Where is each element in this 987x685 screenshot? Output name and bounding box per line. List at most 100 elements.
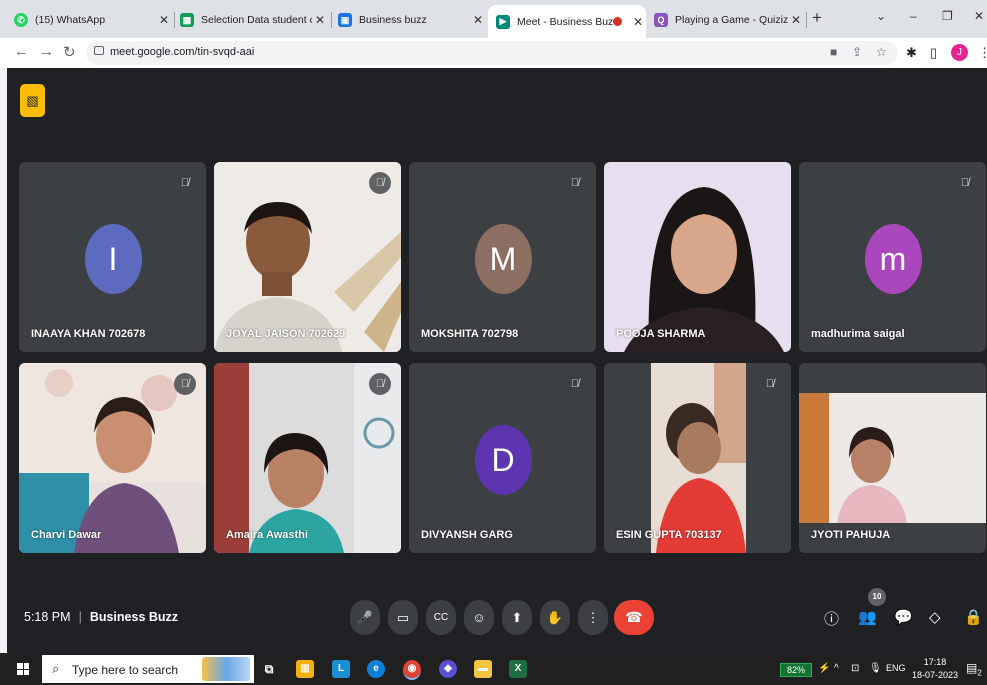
windows-taskbar: ⌕ Type here to search ⧉ ▥ L e ◉ ◆ ▬ X 82… (0, 653, 987, 685)
extensions-icon[interactable]: ✱ (906, 45, 917, 61)
whatsapp-icon: ✆ (14, 13, 28, 27)
participant-tile[interactable]: 🎙̸ I INAAYA KHAN 702678 (19, 162, 206, 352)
classroom-icon: ▣ (338, 13, 352, 27)
mic-off-icon: 🎙̸ (369, 373, 391, 395)
separator: | (78, 610, 82, 624)
close-tab-icon[interactable]: ✕ (470, 13, 486, 27)
chrome-icon[interactable]: ◉ (403, 660, 421, 680)
meet-icon: ▶ (496, 14, 510, 29)
language-indicator[interactable]: ENG (886, 663, 906, 673)
participant-tile[interactable]: 🎙̸ JOYAL JAISON 702629 (214, 162, 401, 352)
camera-in-use-icon[interactable]: ■ (830, 45, 837, 59)
camera-button[interactable]: ▭ (388, 600, 418, 635)
task-view-icon[interactable]: ⧉ (260, 660, 278, 678)
mic-off-icon: 🎙̸ (570, 177, 580, 189)
window-edge (0, 68, 7, 653)
meet-tray-icon[interactable]: ⊡ (851, 663, 859, 674)
tab-selection-data[interactable]: ▦ Selection Data student council ✕ (180, 6, 328, 34)
taskbar-search[interactable]: ⌕ Type here to search (42, 655, 254, 683)
host-lock-icon[interactable]: 🔒 (964, 608, 983, 626)
url-text: meet.google.com/tin-svqd-aai (110, 46, 255, 58)
back-button[interactable]: ← (14, 43, 29, 60)
tab-divider (174, 12, 175, 28)
participant-name: Charvi Dawar (31, 529, 102, 541)
participant-tile[interactable]: POOJA SHARMA (604, 162, 791, 352)
participant-tile[interactable]: 🎙̸ ESIN GUPTA 703137 (604, 363, 791, 553)
participant-name: madhurima saigal (811, 328, 905, 340)
copilot-icon[interactable]: ◆ (439, 660, 457, 678)
participant-avatar: D (474, 425, 532, 495)
mic-off-icon: 🎙̸ (960, 177, 970, 189)
taskbar-clock[interactable]: 17:18 18-07-2023 (912, 656, 958, 682)
participant-tile[interactable]: 🎙̸ D DIVYANSH GARG (409, 363, 596, 553)
restore-button[interactable]: ❐ (942, 9, 953, 23)
windows-start-icon[interactable] (17, 663, 29, 675)
share-icon[interactable]: ⇪ (852, 45, 862, 59)
more-options-button[interactable]: ⋮ (578, 600, 608, 635)
search-icon: ⌕ (52, 661, 60, 676)
tab-divider (806, 12, 807, 28)
present-screen-button[interactable]: ⬆ (502, 600, 532, 635)
profile-avatar[interactable]: J (951, 44, 968, 61)
tab-title: Playing a Game - Quizizz (675, 14, 788, 26)
participant-avatar: m (864, 224, 922, 294)
notification-icon[interactable]: ▤2 (966, 661, 982, 677)
close-tab-icon[interactable]: ✕ (630, 15, 646, 29)
tab-meet[interactable]: ▶ Meet - Business Buzz ✕ (488, 5, 646, 38)
participant-tile[interactable]: 🎙̸ m madhurima saigal (799, 162, 986, 352)
forward-button[interactable]: → (39, 43, 54, 60)
chat-icon[interactable]: 💬 (894, 608, 913, 626)
close-tab-icon[interactable]: ✕ (312, 13, 328, 27)
tab-title: Selection Data student council (201, 14, 312, 26)
tab-business-buzz[interactable]: ▣ Business buzz ✕ (338, 6, 486, 34)
minimize-button[interactable]: – (910, 9, 917, 23)
mic-off-icon: 🎙̸ (570, 378, 580, 390)
participant-name: JOYAL JAISON 702629 (226, 328, 346, 340)
browser-toolbar: ← → ↻ meet.google.com/tin-svqd-aai ■ ⇪ ☆… (0, 38, 987, 68)
battery-indicator[interactable]: 82% (780, 663, 812, 677)
tab-search-icon[interactable]: ⌄ (876, 9, 886, 23)
power-plug-icon: ⚡ (818, 663, 831, 674)
file-explorer-icon[interactable]: ▬ (474, 660, 492, 678)
people-icon[interactable]: 👥 (858, 608, 877, 626)
activities-icon[interactable]: ◇ (929, 608, 941, 626)
store-icon[interactable]: ▥ (296, 660, 314, 678)
tab-whatsapp[interactable]: ✆ (15) WhatsApp ✕ (14, 6, 172, 34)
emoji-reactions-button[interactable]: ☺ (464, 600, 494, 635)
tab-quizizz[interactable]: Q Playing a Game - Quizizz ✕ (654, 6, 804, 34)
meeting-info-icon[interactable]: ⓘ (824, 608, 839, 629)
close-tab-icon[interactable]: ✕ (788, 13, 804, 27)
participant-name: DIVYANSH GARG (421, 529, 513, 541)
captions-button[interactable]: CC (426, 600, 456, 635)
close-window-button[interactable]: ✕ (974, 9, 984, 23)
meet-controls-bar: 5:18 PM | Business Buzz 🎤 ▭ CC ☺ ⬆ ✋ ⋮ ☎ ⓘ… (0, 590, 987, 648)
host-controls-icon[interactable]: ▧ (20, 84, 45, 117)
new-tab-button[interactable]: + (812, 8, 822, 28)
participant-avatar: M (474, 224, 532, 294)
excel-icon[interactable]: X (509, 660, 527, 678)
lock-icon (94, 46, 104, 55)
address-bar[interactable]: meet.google.com/tin-svqd-aai ■ ⇪ ☆ (86, 41, 898, 65)
sheets-icon: ▦ (180, 13, 194, 27)
recording-icon (613, 17, 622, 26)
participant-tile[interactable]: 🎙̸ Charvi Dawar (19, 363, 206, 553)
participant-name: ESIN GUPTA 703137 (616, 529, 722, 541)
l-app-icon[interactable]: L (332, 660, 350, 678)
side-panel-icon[interactable]: ▯ (930, 45, 937, 61)
edge-icon[interactable]: e (367, 660, 385, 678)
close-tab-icon[interactable]: ✕ (156, 13, 172, 27)
reload-button[interactable]: ↻ (63, 43, 76, 61)
participant-tile[interactable]: 🎙̸ Amaira Awasthi (214, 363, 401, 553)
menu-icon[interactable]: ⋮ (978, 45, 987, 61)
participant-name: MOKSHITA 702798 (421, 328, 519, 340)
raise-hand-button[interactable]: ✋ (540, 600, 570, 635)
bookmark-star-icon[interactable]: ☆ (876, 45, 887, 59)
participant-name: POOJA SHARMA (616, 328, 706, 340)
leave-call-button[interactable]: ☎ (614, 600, 654, 635)
participant-tile[interactable]: 🎙̸ M MOKSHITA 702798 (409, 162, 596, 352)
show-hidden-icons[interactable]: ^ (834, 663, 839, 674)
microphone-tray-icon[interactable]: 🎙 (869, 663, 882, 674)
microphone-button[interactable]: 🎤 (350, 600, 380, 635)
participant-tile[interactable]: JYOTI PAHUJA (799, 363, 986, 553)
meeting-name: Business Buzz (89, 610, 179, 624)
